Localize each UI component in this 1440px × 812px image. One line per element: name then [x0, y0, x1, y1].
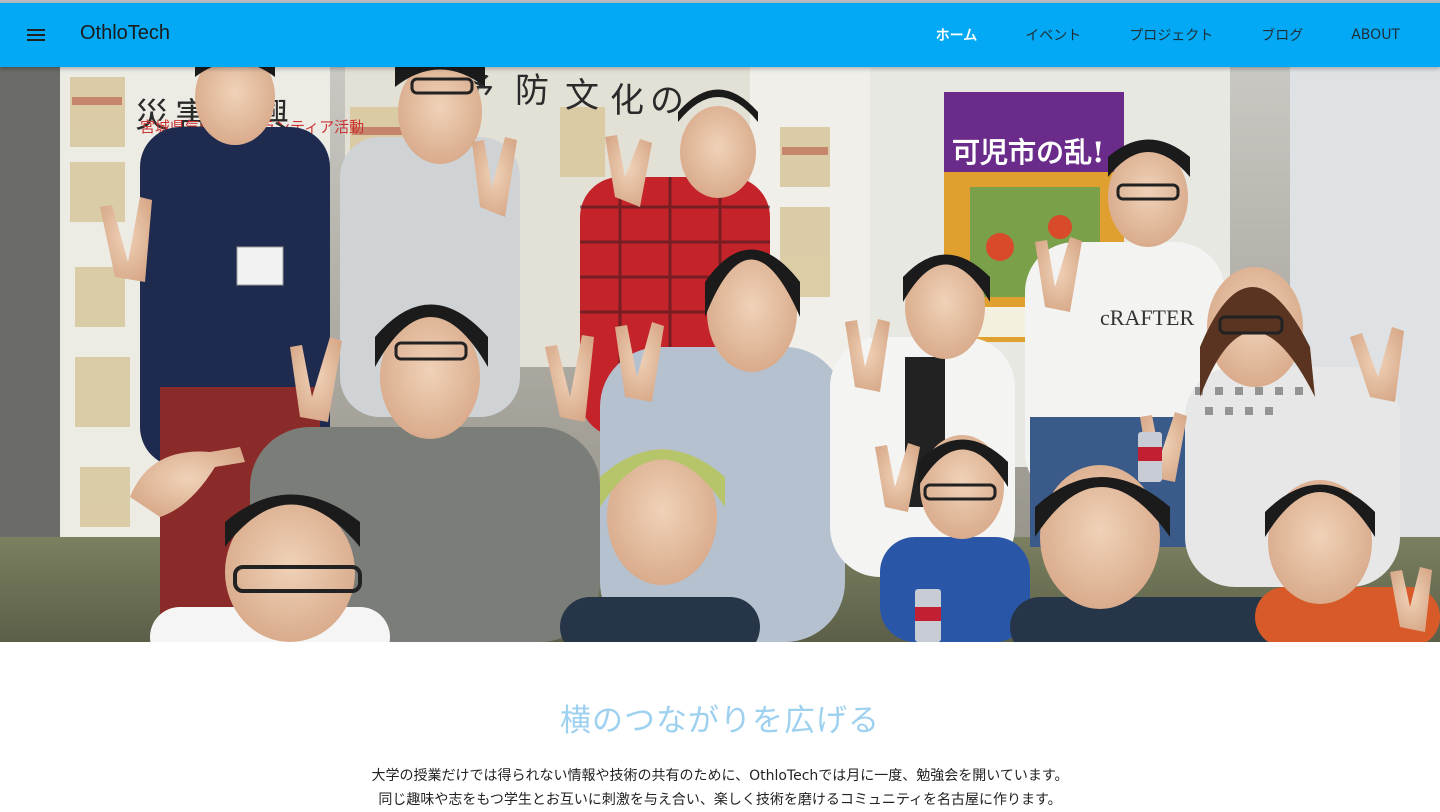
app-bar: OthloTech ホーム イベント プロジェクト ブログ ABOUT — [0, 3, 1440, 67]
nav-projects[interactable]: プロジェクト — [1129, 25, 1213, 45]
nav-home[interactable]: ホーム — [936, 25, 978, 45]
nav-about[interactable]: ABOUT — [1351, 27, 1400, 43]
intro-text-line-1: 大学の授業だけでは得られない情報や技術の共有のために、OthloTechでは月に… — [371, 768, 1069, 784]
banner-char: 化 — [610, 81, 644, 121]
main-nav: ホーム イベント プロジェクト ブログ ABOUT — [888, 3, 1400, 67]
intro-section: 横のつながりを広げる 大学の授業だけでは得られない情報や技術の共有のために、Ot… — [0, 642, 1440, 808]
site-brand[interactable]: OthloTech — [80, 22, 170, 45]
poster-title: 可児市の乱! — [952, 136, 1104, 169]
shirt-print: cRAFTER — [1100, 305, 1194, 330]
intro-heading: 横のつながりを広げる — [560, 703, 880, 739]
intro-text-line-2: 同じ趣味や志をもつ学生とお互いに刺激を与え合い、楽しく技術を磨けるコミュニティを… — [378, 792, 1062, 808]
banner-char: 文 — [565, 76, 599, 116]
banner-char: 防 — [515, 71, 549, 111]
nav-events[interactable]: イベント — [1025, 25, 1081, 45]
nav-blog[interactable]: ブログ — [1261, 25, 1303, 45]
hamburger-menu-icon[interactable] — [24, 23, 48, 47]
hero-image: 災 害 復 興 予 防 文 化 の 宮城県気仙沼市ボランティア活動 可児市の乱! — [0, 67, 1440, 642]
group-photo: 災 害 復 興 予 防 文 化 の 宮城県気仙沼市ボランティア活動 可児市の乱! — [0, 67, 1440, 642]
